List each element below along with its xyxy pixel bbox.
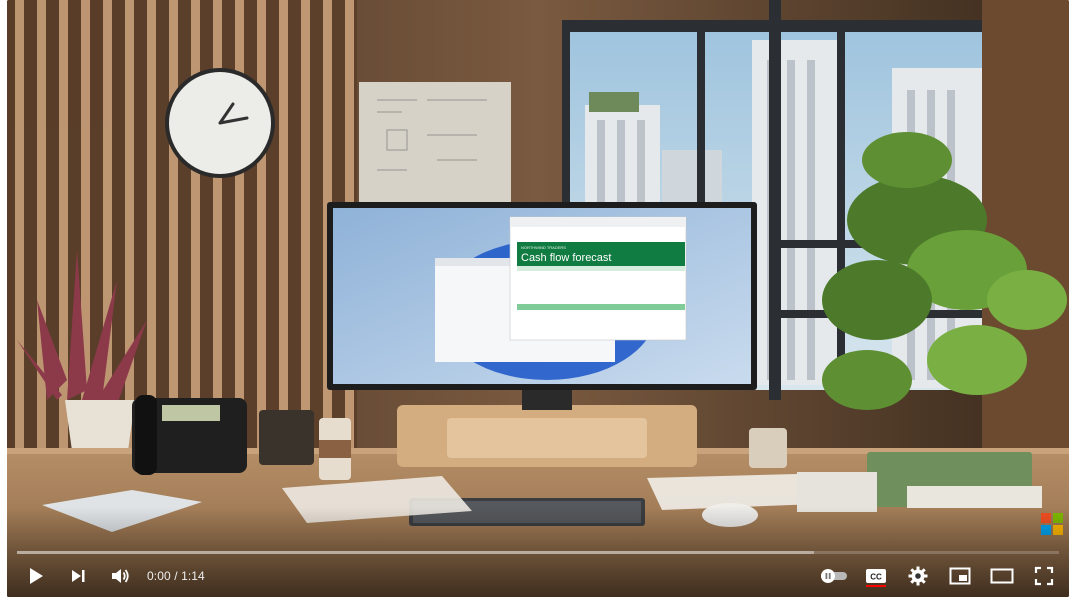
- controls-right: CC: [813, 556, 1069, 596]
- time-separator: /: [170, 569, 182, 583]
- video-player[interactable]: NORTHWIND TRADERS Cash flow forecast 0:0…: [7, 0, 1069, 597]
- progress-bar[interactable]: [17, 551, 1059, 554]
- next-icon: [72, 570, 85, 582]
- gear-icon: [908, 566, 928, 586]
- miniplayer-icon: [949, 567, 971, 585]
- miniplayer-button[interactable]: [939, 556, 981, 596]
- captions-button[interactable]: CC: [855, 556, 897, 596]
- fullscreen-button[interactable]: [1023, 556, 1065, 596]
- svg-text:CC: CC: [870, 573, 882, 582]
- volume-icon: [112, 569, 129, 583]
- autoplay-toggle[interactable]: [813, 556, 855, 596]
- embedded-heading: Cash flow forecast: [521, 252, 611, 264]
- theater-mode-button[interactable]: [981, 556, 1023, 596]
- theater-mode-icon: [990, 568, 1014, 584]
- play-button[interactable]: [15, 556, 57, 596]
- player-controls: 0:00 / 1:14 CC: [7, 556, 1069, 596]
- captions-icon: CC: [866, 569, 886, 587]
- next-button[interactable]: [57, 556, 99, 596]
- progress-loaded: [17, 551, 815, 554]
- play-icon: [30, 568, 43, 584]
- volume-button[interactable]: [99, 556, 141, 596]
- embedded-company-name: NORTHWIND TRADERS: [521, 245, 566, 250]
- controls-left: 0:00 / 1:14: [7, 556, 205, 596]
- settings-button[interactable]: [897, 556, 939, 596]
- fullscreen-icon: [1034, 566, 1054, 586]
- time-display: 0:00 / 1:14: [147, 569, 205, 583]
- time-current: 0:00: [147, 569, 171, 583]
- time-duration: 1:14: [181, 569, 205, 583]
- autoplay-toggle-icon: [821, 569, 847, 583]
